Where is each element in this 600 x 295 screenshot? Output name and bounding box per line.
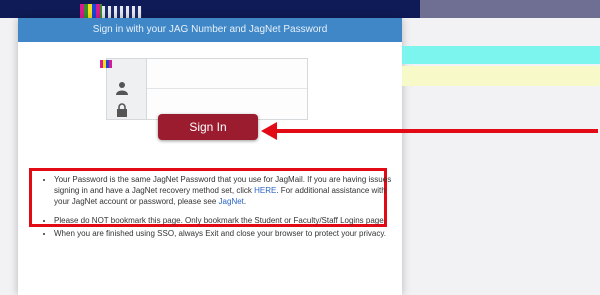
login-card: Sign in with your JAG Number and JagNet …: [18, 18, 402, 295]
note-exit: When you are finished using SSO, always …: [54, 228, 402, 239]
annotation-arrow-shaft: [276, 129, 598, 133]
note-password: Your Password is the same JagNet Passwor…: [54, 174, 402, 207]
glitch-artifact: [402, 66, 600, 86]
glitch-artifact: [100, 60, 112, 68]
here-link[interactable]: HERE: [254, 186, 276, 195]
field-icons-column: [106, 58, 148, 120]
arrow-left-icon: [261, 122, 277, 140]
glitch-artifact: [402, 46, 600, 64]
note-bookmark: Please do NOT bookmark this page. Only b…: [54, 215, 402, 226]
help-notes-list: Your Password is the same JagNet Passwor…: [42, 174, 402, 239]
top-band-dark: [0, 0, 420, 18]
glitch-artifact: [80, 4, 102, 18]
credentials-fields: [146, 58, 308, 120]
sign-in-button[interactable]: Sign In: [158, 114, 258, 140]
user-icon: [116, 82, 128, 95]
lock-icon: [117, 103, 127, 117]
field-divider: [147, 88, 307, 89]
glitch-artifact: [102, 6, 142, 18]
note-text: .: [243, 197, 247, 206]
jagnet-link[interactable]: JagNet: [219, 197, 244, 206]
card-header-title: Sign in with your JAG Number and JagNet …: [18, 18, 402, 42]
